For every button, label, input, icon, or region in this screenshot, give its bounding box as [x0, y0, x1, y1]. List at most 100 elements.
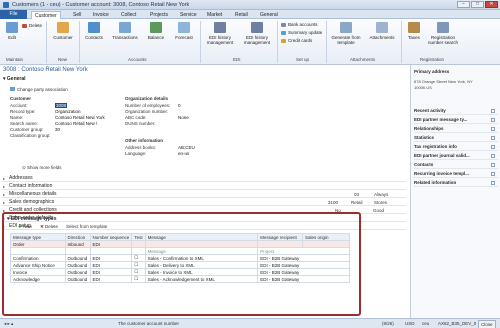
- tab-projects[interactable]: Projects: [150, 11, 168, 19]
- message-cell[interactable]: Sales - Invoice to XML: [144, 268, 259, 276]
- close-window-button[interactable]: ✕: [485, 1, 498, 8]
- transactions-button[interactable]: Transactions: [110, 22, 140, 40]
- tab-invoice[interactable]: Invoice: [93, 11, 109, 19]
- message-cell[interactable]: Sales - Acknowledgement to XML: [144, 275, 259, 283]
- customer-group-field[interactable]: 30: [55, 127, 60, 132]
- change-party-association-button[interactable]: Change party association: [10, 87, 68, 92]
- factbox-recurring-invoice[interactable]: Recurring invoice templ...: [414, 170, 498, 178]
- fasttab-contact-information[interactable]: ▸ Contact information: [3, 183, 406, 190]
- table-row[interactable]: Confirmation Outbound EDI ☐ Sales - Conf…: [10, 254, 350, 262]
- tab-general[interactable]: General: [260, 11, 278, 19]
- select-from-template-button[interactable]: Select from template: [66, 224, 107, 229]
- bank-accounts-button[interactable]: Bank accounts: [281, 22, 318, 28]
- summary-update-button[interactable]: Summary update: [281, 30, 322, 36]
- recipient-cell[interactable]: [257, 240, 304, 248]
- employees-field[interactable]: 0: [178, 103, 181, 108]
- fasttab-miscellaneous-details[interactable]: ▸ Miscellaneous details 03 Always: [3, 191, 406, 198]
- tab-service[interactable]: Service: [180, 11, 197, 19]
- address-books-field[interactable]: AB;CEU: [178, 145, 195, 150]
- edi-history-management-button-2[interactable]: EDI history management: [240, 22, 274, 45]
- factbox-relationships[interactable]: Relationships: [414, 125, 498, 133]
- factbox-statistics[interactable]: Statistics: [414, 134, 498, 142]
- edit-button[interactable]: Edit: [3, 22, 21, 40]
- project-cell[interactable]: EDI - B2B Gateway: [257, 275, 350, 283]
- column-header[interactable]: Direction: [64, 233, 91, 241]
- factbox-tax-registration[interactable]: Tax registration info: [414, 143, 498, 151]
- direction-cell[interactable]: Outbound: [64, 268, 91, 276]
- show-more-fields-button[interactable]: ⊙ Show more fields: [22, 165, 62, 171]
- project-cell[interactable]: EDI - B2B Gateway: [257, 268, 350, 276]
- record-type-field[interactable]: Organization: [55, 109, 81, 114]
- column-header[interactable]: Message type: [10, 233, 66, 241]
- minimize-button[interactable]: −: [457, 1, 470, 8]
- column-header[interactable]: Message recipient: [257, 233, 304, 241]
- taxes-button[interactable]: Taxes: [404, 22, 424, 40]
- fasttab-general[interactable]: ▾ General: [3, 76, 26, 83]
- language-field[interactable]: en-us: [178, 151, 189, 156]
- test-checkbox[interactable]: ☐: [131, 268, 146, 276]
- number-sequence-cell[interactable]: EDI: [89, 254, 133, 262]
- message-cell[interactable]: [144, 240, 259, 248]
- balance-button[interactable]: Balance: [145, 22, 167, 40]
- tab-market[interactable]: Market: [207, 11, 222, 19]
- test-checkbox[interactable]: [131, 240, 146, 248]
- search-name-field[interactable]: Contoso Retail New \: [55, 121, 97, 126]
- tab-customer[interactable]: Customer: [31, 11, 61, 19]
- tab-sell[interactable]: Sell: [73, 11, 81, 19]
- forecast-button[interactable]: Forecast: [172, 22, 196, 40]
- maximize-button[interactable]: □: [471, 1, 484, 8]
- factbox-edi-partner-journal[interactable]: EDI partner journal valid...: [414, 152, 498, 160]
- project-cell[interactable]: EDI - B2B Gateway: [257, 254, 350, 262]
- direction-cell[interactable]: Inbound: [64, 240, 91, 248]
- delete-message-type-button[interactable]: ✖ Delete: [40, 224, 58, 230]
- table-row[interactable]: Order Inbound EDI: [10, 240, 350, 248]
- currency-indicator[interactable]: USD: [405, 319, 415, 328]
- number-sequence-cell[interactable]: EDI: [89, 261, 133, 269]
- message-type-cell[interactable]: Invoice: [10, 268, 66, 276]
- delete-button[interactable]: Delete: [22, 23, 42, 29]
- column-header[interactable]: Sales origin: [302, 233, 350, 241]
- column-header[interactable]: Number sequence: [89, 233, 133, 241]
- factbox-related-information[interactable]: Related information: [414, 179, 498, 187]
- column-header[interactable]: Test: [131, 233, 146, 241]
- message-type-cell[interactable]: Advance Ship Notice: [10, 261, 66, 269]
- fasttab-addresses[interactable]: ▸ Addresses: [3, 175, 406, 182]
- number-sequence-cell[interactable]: EDI: [89, 240, 133, 248]
- table-row[interactable]: Invoice Outbound EDI ☐ Sales - Invoice t…: [10, 268, 350, 276]
- table-row[interactable]: Advance Ship Notice Outbound EDI ☐ Sales…: [10, 261, 350, 269]
- primary-address-title[interactable]: Primary address: [414, 69, 449, 74]
- fasttab-sales-demographics[interactable]: ▸ Sales demographics 3100 Retail Stores: [3, 199, 406, 206]
- message-type-cell[interactable]: Order: [10, 240, 66, 248]
- tab-retail[interactable]: Retail: [235, 11, 248, 19]
- message-cell[interactable]: Sales - Delivery to XML: [144, 261, 259, 269]
- factbox-contacts[interactable]: Contacts: [414, 161, 498, 169]
- contacts-button[interactable]: Contacts: [82, 22, 106, 40]
- generate-from-template-button[interactable]: Generate from template: [329, 22, 363, 45]
- tab-collect[interactable]: Collect: [121, 11, 136, 19]
- company-indicator[interactable]: ceu: [422, 319, 429, 328]
- table-row[interactable]: Acknowledge Outbound EDI ☐ Sales - Ackno…: [10, 275, 350, 283]
- factbox-recent-activity[interactable]: Recent activity: [414, 107, 498, 115]
- sales-origin-cell[interactable]: [302, 240, 350, 248]
- edi-history-management-button[interactable]: EDI history management: [203, 22, 237, 45]
- test-checkbox[interactable]: ☐: [131, 261, 146, 269]
- edi-message-types-header[interactable]: ▾ EDI message types: [7, 216, 57, 222]
- number-sequence-cell[interactable]: EDI: [89, 268, 133, 276]
- direction-cell[interactable]: Outbound: [64, 254, 91, 262]
- column-header[interactable]: Message: [144, 233, 259, 241]
- direction-cell[interactable]: Outbound: [64, 275, 91, 283]
- credit-cards-button[interactable]: Credit cards: [281, 38, 312, 44]
- attachments-button[interactable]: Attachments: [366, 22, 398, 40]
- test-checkbox[interactable]: ☐: [131, 275, 146, 283]
- name-field[interactable]: Contoso Retail New York: [55, 115, 105, 120]
- direction-cell[interactable]: Outbound: [64, 261, 91, 269]
- message-type-cell[interactable]: Confirmation: [10, 254, 66, 262]
- project-cell[interactable]: EDI - B2B Gateway: [257, 261, 350, 269]
- number-sequence-cell[interactable]: EDI: [89, 275, 133, 283]
- factbox-edi-partner-message-types[interactable]: EDI partner message ty...: [414, 116, 498, 124]
- new-message-type-button[interactable]: ✚ New: [18, 224, 32, 230]
- account-field[interactable]: 3008: [55, 103, 68, 108]
- nav-arrows-icon[interactable]: ◂ ▸ ▴: [4, 319, 13, 328]
- message-cell[interactable]: Sales - Confirmation to XML: [144, 254, 259, 262]
- close-button[interactable]: Close: [478, 320, 496, 328]
